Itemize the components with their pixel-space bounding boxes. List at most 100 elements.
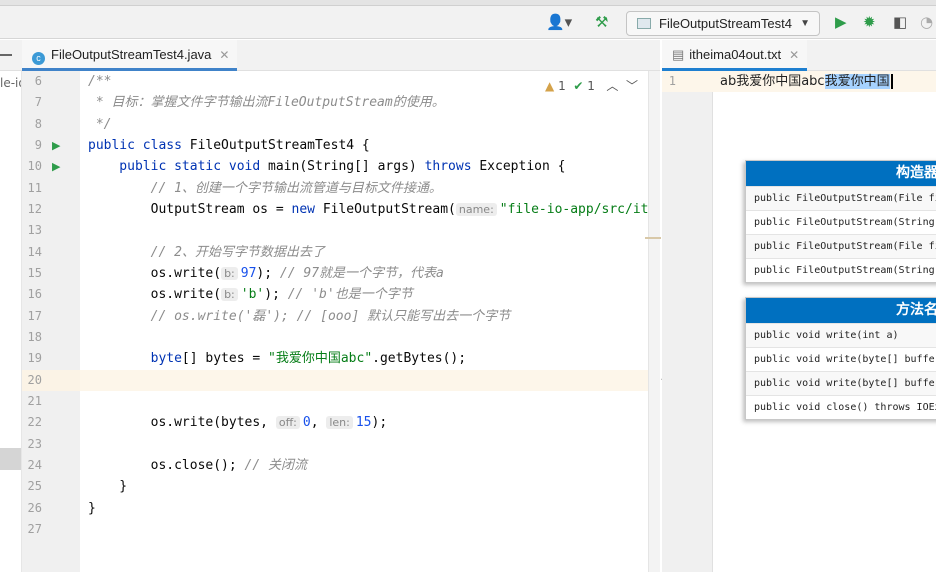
code-token: * 目标：掌握文件字节输出流FileOutputStream的使用。 (88, 95, 445, 110)
code-token: // 97就是一个字节，代表a (279, 266, 444, 281)
code-token: , (310, 415, 327, 430)
tab-itheima04out[interactable]: ▤ itheima04out.txt ✕ (662, 40, 808, 71)
warning-count: 1 (558, 79, 566, 93)
code-token: FileOutputStreamTest4 { (189, 138, 370, 153)
code-token: 97 (240, 266, 257, 281)
selected-tree-row[interactable] (0, 448, 21, 470)
config-icon (637, 18, 651, 29)
line-number: 7 (34, 95, 42, 109)
left-tab-bar: c FileOutputStreamTest4.java ✕ (0, 40, 660, 71)
file-content-line[interactable]: ab我爱你中国abc我爱你中国 (720, 71, 893, 92)
text-file-icon: ▤ (672, 47, 685, 62)
tab-label: itheima04out.txt (689, 47, 782, 62)
line-number: 27 (27, 522, 42, 536)
table-row: public FileOutputStream(String filepath,… (746, 258, 936, 282)
minimize-icon[interactable] (0, 54, 12, 56)
chevron-down-icon[interactable]: ﹀ (626, 79, 638, 93)
code-line[interactable]: byte[] bytes = "我爱你中国abc".getBytes(); (88, 348, 466, 369)
profile-icon[interactable]: ◔ (920, 14, 933, 30)
code-line[interactable]: os.write(bytes, off: 0, len: 15); (88, 412, 388, 433)
code-line[interactable]: os.write(b: 97); // 97就是一个字节，代表a (88, 263, 444, 284)
warning-marker[interactable] (645, 237, 661, 239)
tab-label: FileOutputStreamTest4.java (51, 47, 212, 62)
code-token: ); (371, 415, 388, 430)
debug-icon[interactable]: ✹ (863, 14, 876, 30)
table-row: public void write(byte[] buffer, int pos… (746, 371, 936, 395)
table-header: 构造器 (746, 161, 936, 186)
line-number: 24 (27, 458, 42, 472)
code-token: FileOutputStream( (322, 202, 456, 217)
code-line[interactable]: public static void main(String[] args) t… (88, 156, 565, 177)
user-icon[interactable]: 👤▾ (546, 14, 572, 30)
table-row: public void write(byte[] buffer) (746, 347, 936, 371)
java-class-icon: c (32, 52, 45, 65)
line-number: 14 (27, 245, 42, 259)
table-row: public void close() throws IOException (746, 395, 936, 419)
code-line[interactable]: // 1、创建一个字节输出流管道与目标文件接通。 (88, 178, 442, 199)
constructors-table: 构造器 public FileOutputStream(File file) p… (745, 160, 936, 283)
line-number: 21 (27, 394, 42, 408)
line-number: 18 (27, 330, 42, 344)
parameter-hint: off: (275, 416, 300, 429)
code-editor[interactable]: ▲ 1 ✔ 1 ︿ ﹀ /** * 目标：掌握文件字节输出流FileOutput… (80, 71, 648, 572)
project-tree-item[interactable]: le-io (0, 76, 21, 90)
line-number: 13 (27, 223, 42, 237)
code-token: 'b' (240, 287, 265, 302)
build-hammer-icon[interactable]: ⚒ (595, 14, 608, 30)
code-line[interactable]: } (88, 498, 96, 519)
coverage-icon[interactable]: ◧ (893, 14, 907, 30)
chevron-up-icon[interactable]: ︿ (606, 79, 618, 93)
close-icon[interactable]: ✕ (219, 48, 229, 62)
code-line[interactable]: OutputStream os = new FileOutputStream(n… (88, 199, 648, 220)
code-line[interactable]: os.write(b:'b'); // 'b'也是一个字节 (88, 284, 413, 305)
code-token: */ (88, 117, 112, 132)
code-line[interactable]: public class FileOutputStreamTest4 { (88, 135, 370, 156)
code-line[interactable]: * 目标：掌握文件字节输出流FileOutputStream的使用。 (88, 92, 445, 113)
code-token: // 1、创建一个字节输出流管道与目标文件接通。 (88, 181, 442, 196)
line-number: 12 (27, 202, 42, 216)
current-line-highlight (80, 370, 648, 391)
line-number: 23 (27, 437, 42, 451)
chevron-down-icon: ▼ (800, 18, 810, 29)
code-line[interactable]: // 2、开始写字节数据出去了 (88, 242, 325, 263)
code-line[interactable]: */ (88, 114, 112, 135)
code-token: // 'b'也是一个字节 (287, 287, 413, 302)
table-row: public FileOutputStream(File file) (746, 186, 936, 210)
run-gutter-icon[interactable]: ▶ (52, 156, 60, 177)
line-number: 1 (668, 74, 676, 88)
editor-scrollbar[interactable] (645, 71, 661, 572)
inspection-widget[interactable]: ▲ 1 ✔ 1 ︿ ﹀ (545, 77, 638, 94)
right-tab-bar: ▤ itheima04out.txt ✕ (662, 40, 936, 71)
code-line[interactable]: } (88, 476, 127, 497)
line-number: 17 (27, 309, 42, 323)
text-caret (890, 74, 893, 89)
code-token: } (88, 479, 128, 494)
run-gutter-icon[interactable]: ▶ (52, 135, 60, 156)
code-token: // os.write('磊'); // [ooo] 默认只能写出去一个字节 (88, 309, 511, 324)
code-token: "我爱你中国abc" (268, 351, 373, 366)
editor-gutter: 6 7 8 9 ▶ 10 ▶ 11 12 13 14 15 16 17 18 19 20 21 22 23 24 25 26… (22, 71, 80, 572)
code-token: 15 (355, 415, 372, 430)
code-token: ); (256, 266, 280, 281)
line-number: 9 (34, 138, 42, 152)
close-icon[interactable]: ✕ (789, 48, 799, 62)
parameter-hint: b: (221, 288, 238, 301)
code-line[interactable]: // os.write('磊'); // [ooo] 默认只能写出去一个字节 (88, 306, 511, 327)
tab-file-output-stream-test4[interactable]: c FileOutputStreamTest4.java ✕ (22, 40, 238, 71)
run-icon[interactable]: ▶ (835, 14, 847, 30)
project-panel: le-io (0, 71, 22, 572)
code-token: /** (88, 74, 112, 89)
table-row: public FileOutputStream(String filepath) (746, 210, 936, 234)
code-token: 0 (302, 415, 311, 430)
code-line[interactable]: /** (88, 71, 111, 92)
table-row: public void write(int a) (746, 323, 936, 347)
parameter-hint: len: (326, 416, 353, 429)
code-token: // 关闭流 (244, 458, 308, 473)
right-gutter: 1 (662, 71, 713, 572)
line-number: 8 (34, 117, 42, 131)
run-configuration-select[interactable]: FileOutputStreamTest4 ▼ (626, 11, 820, 36)
code-token: byte (88, 351, 182, 366)
code-line[interactable]: os.close(); // 关闭流 (88, 455, 307, 476)
code-token: ); (264, 287, 288, 302)
code-token: Exception { (479, 159, 566, 174)
